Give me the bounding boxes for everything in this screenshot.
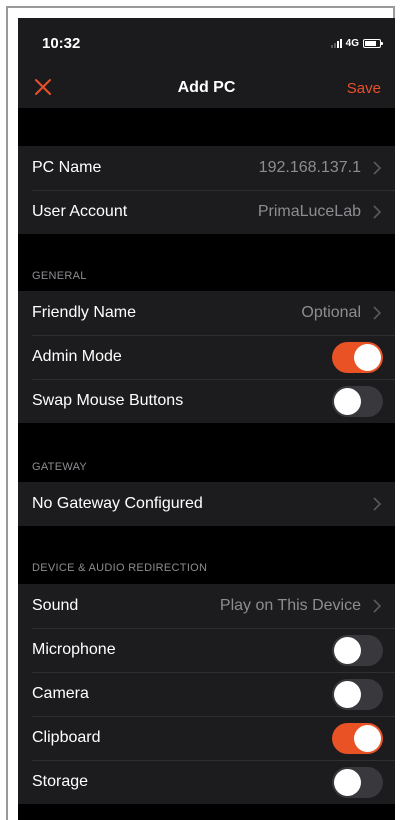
swap-mouse-row: Swap Mouse Buttons	[18, 379, 395, 423]
friendly-name-label: Friendly Name	[32, 304, 137, 321]
user-account-value: PrimaLuceLab	[257, 203, 361, 220]
chevron-right-icon	[373, 306, 381, 320]
pc-name-row[interactable]: PC Name 192.168.137.1	[18, 146, 395, 190]
sound-row[interactable]: Sound Play on This Device	[18, 584, 395, 628]
admin-mode-label: Admin Mode	[32, 348, 122, 365]
admin-mode-row: Admin Mode	[18, 335, 395, 379]
microphone-toggle[interactable]	[332, 635, 383, 666]
microphone-label: Microphone	[32, 641, 116, 658]
connection-group: PC Name 192.168.137.1 User Account Prima…	[18, 146, 395, 234]
camera-label: Camera	[32, 685, 89, 702]
admin-mode-toggle[interactable]	[332, 342, 383, 373]
pc-name-label: PC Name	[32, 159, 102, 176]
gateway-row[interactable]: No Gateway Configured	[18, 482, 395, 526]
status-time: 10:32	[42, 35, 81, 52]
redirection-group: Sound Play on This Device Microphone Cam…	[18, 584, 395, 804]
clipboard-row: Clipboard	[18, 716, 395, 760]
general-section-header: GENERAL	[32, 270, 87, 282]
redirection-section-header: DEVICE & AUDIO REDIRECTION	[32, 562, 208, 574]
navigation-bar: Add PC Save	[18, 68, 395, 108]
swap-mouse-toggle[interactable]	[332, 386, 383, 417]
clipboard-toggle[interactable]	[332, 723, 383, 754]
user-account-label: User Account	[32, 203, 128, 220]
status-bar: 10:32 4G	[18, 18, 395, 68]
storage-label: Storage	[32, 773, 89, 790]
gateway-section-header: GATEWAY	[32, 461, 88, 473]
chevron-right-icon	[373, 497, 381, 511]
general-group: Friendly Name Optional Admin Mode Swap M…	[18, 291, 395, 423]
swap-mouse-label: Swap Mouse Buttons	[32, 392, 184, 409]
sound-label: Sound	[32, 597, 79, 614]
status-indicators: 4G	[330, 38, 383, 49]
chevron-right-icon	[373, 161, 381, 175]
phone-screen: 10:32 4G Add PC Save PC Name 192.168.137…	[18, 18, 395, 820]
chevron-right-icon	[373, 205, 381, 219]
sound-value: Play on This Device	[219, 597, 361, 614]
signal-icon	[330, 39, 342, 48]
gateway-label: No Gateway Configured	[32, 495, 203, 512]
save-button[interactable]: Save	[347, 80, 381, 97]
page-title: Add PC	[177, 79, 236, 96]
friendly-name-value: Optional	[301, 304, 361, 321]
gateway-group: No Gateway Configured	[18, 482, 395, 526]
friendly-name-row[interactable]: Friendly Name Optional	[18, 291, 395, 335]
network-type: 4G	[345, 38, 359, 49]
camera-toggle[interactable]	[332, 679, 383, 710]
battery-icon	[363, 39, 383, 48]
user-account-row[interactable]: User Account PrimaLuceLab	[18, 190, 395, 234]
storage-row: Storage	[18, 760, 395, 804]
pc-name-value: 192.168.137.1	[258, 159, 361, 176]
storage-toggle[interactable]	[332, 767, 383, 798]
microphone-row: Microphone	[18, 628, 395, 672]
chevron-right-icon	[373, 599, 381, 613]
camera-row: Camera	[18, 672, 395, 716]
clipboard-label: Clipboard	[32, 729, 101, 746]
